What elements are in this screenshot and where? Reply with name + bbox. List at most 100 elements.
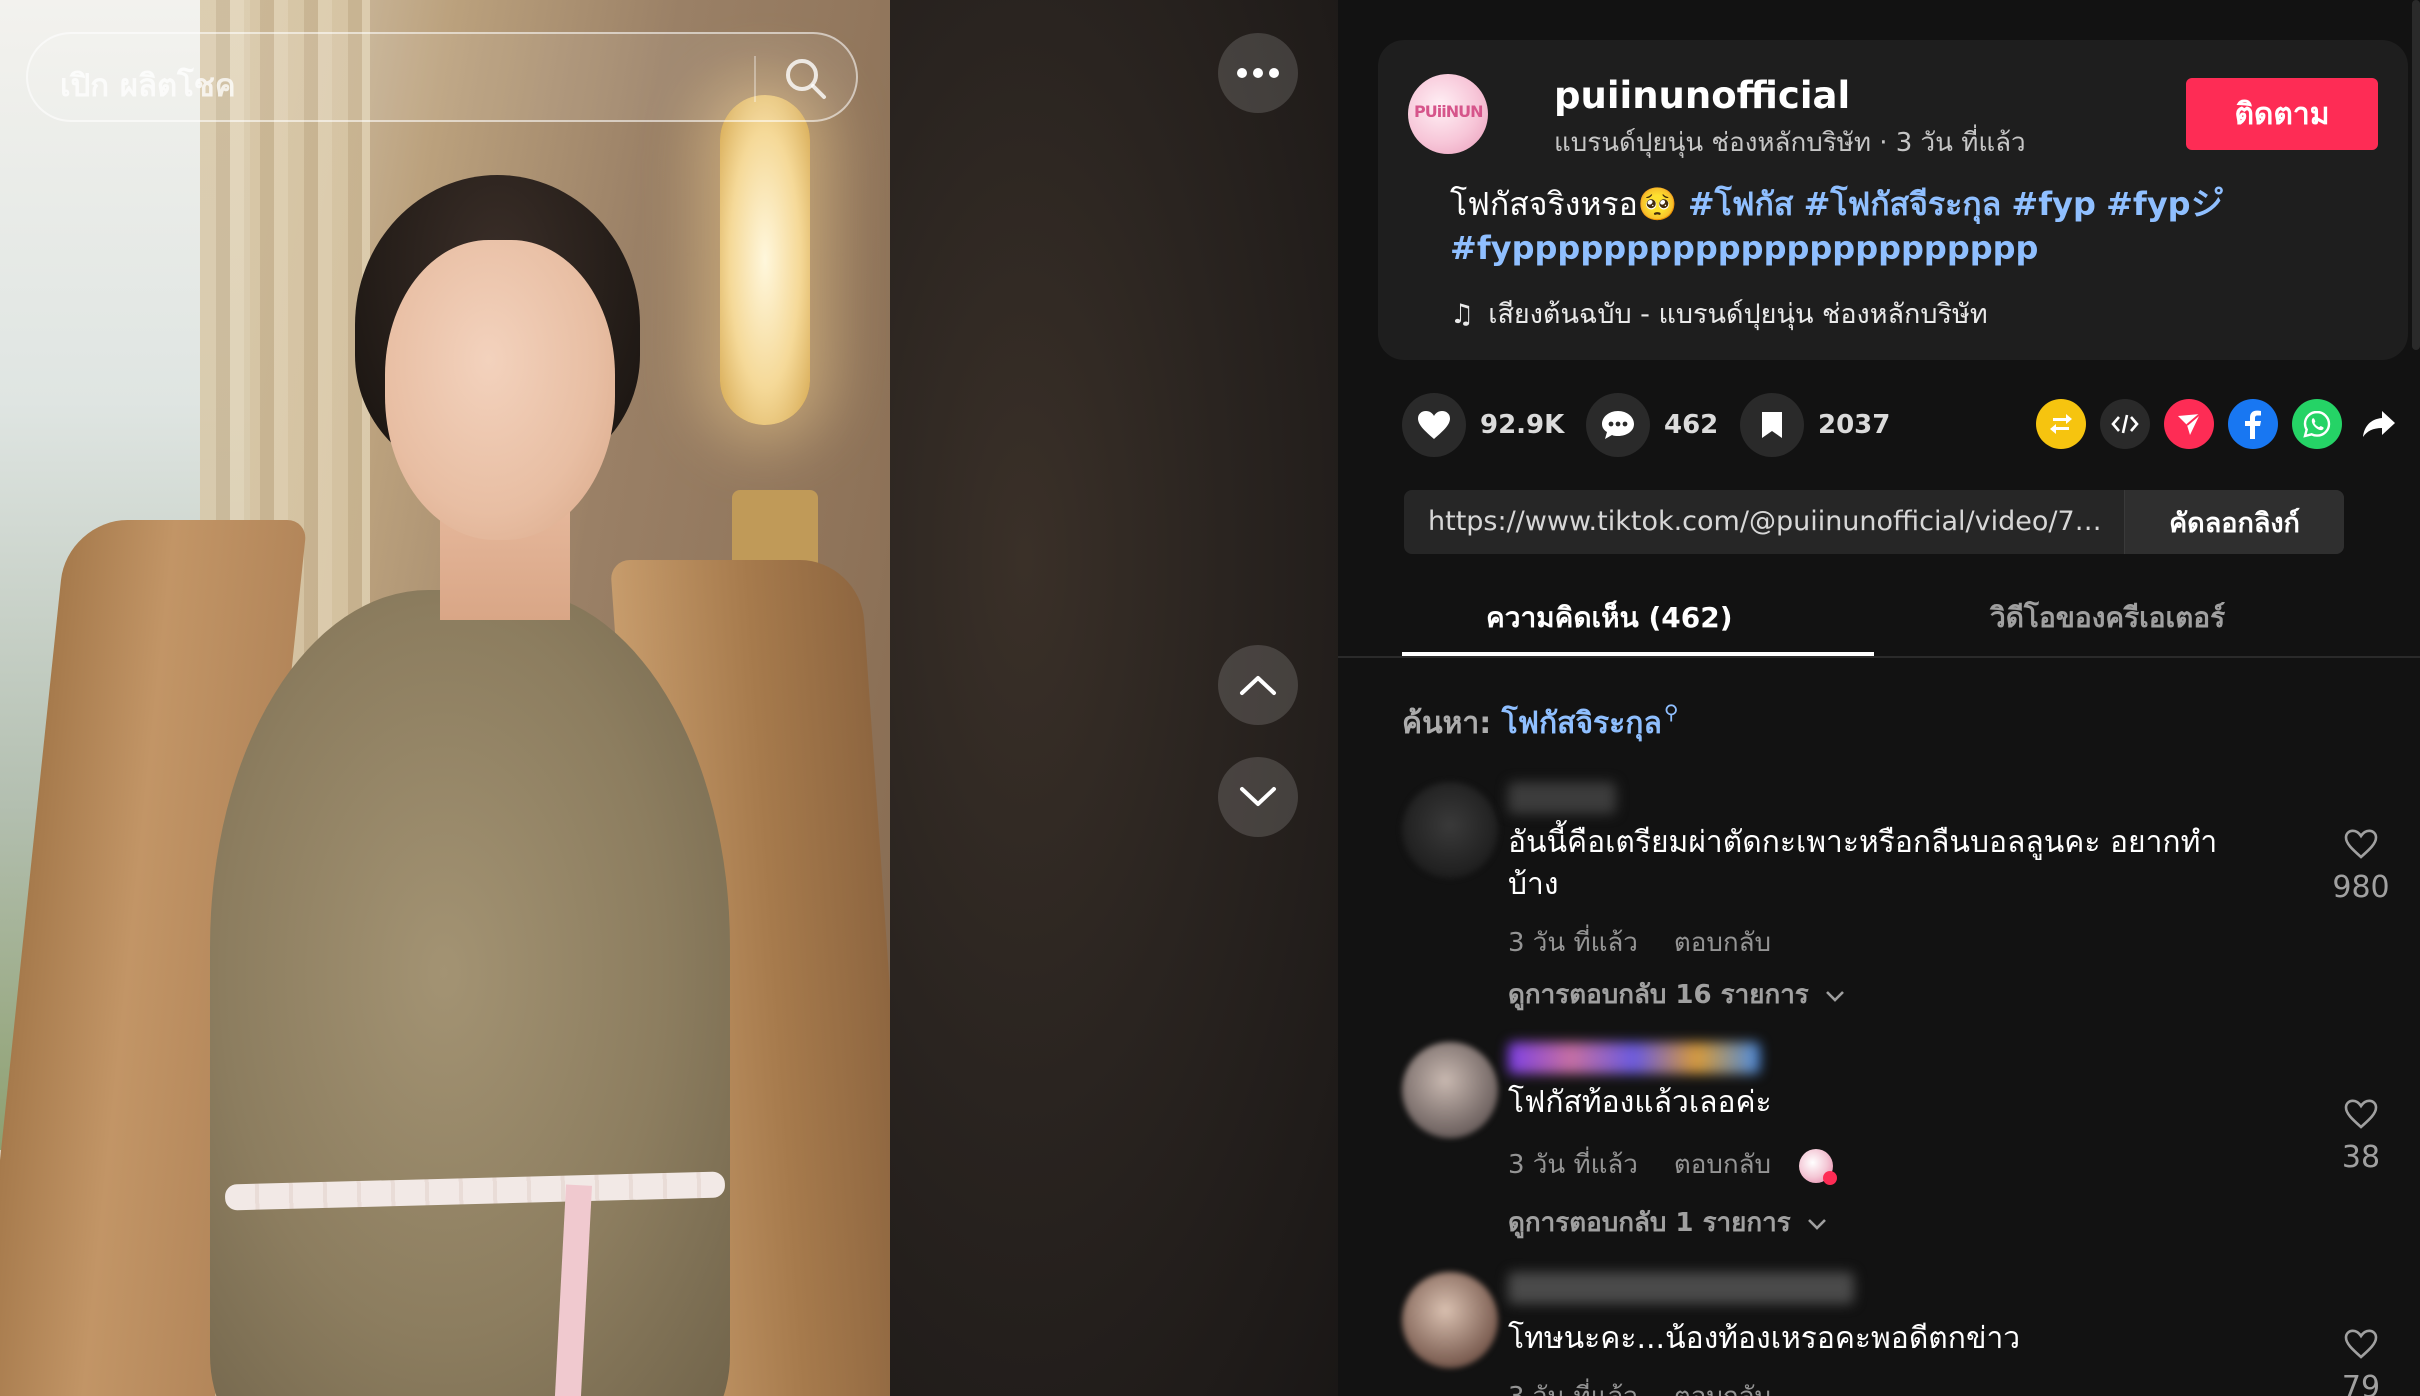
chevron-up-icon — [1240, 676, 1276, 695]
send-icon — [2178, 413, 2201, 435]
commenter-name-blurred[interactable] — [1508, 1042, 1760, 1074]
avatar[interactable]: PUiiNUN — [1408, 74, 1488, 154]
reply-button[interactable]: ตอบกลับ — [1674, 1382, 1771, 1396]
more-share-button[interactable] — [2354, 399, 2404, 449]
comment-like-count: 980 — [2332, 870, 2390, 905]
comment-time: 3 วัน ที่แล้ว — [1508, 1382, 1638, 1396]
whatsapp-share-button[interactable] — [2292, 399, 2342, 449]
comment-text: โทษนะคะ...น้องท้องเหรอคะพอดีตกข่าว — [1508, 1321, 2021, 1356]
hashtag-link[interactable]: #โฟกัสจีระกุล — [1804, 185, 2002, 223]
avatar-logo-text: PUiiNUN — [1414, 102, 1483, 121]
video-person-body — [210, 590, 730, 1396]
comment-like-button[interactable]: 38 — [2328, 1098, 2394, 1175]
scrollbar[interactable] — [2412, 0, 2420, 350]
comment-time: 3 วัน ที่แล้ว — [1508, 1150, 1638, 1180]
view-replies-button[interactable]: ดูการตอบกลับ 1 รายการ — [1508, 1202, 1828, 1243]
search-hint-term[interactable]: โฟกัสจิระกุล — [1502, 706, 1662, 741]
hashtag-link[interactable]: #fypシ゚ — [2106, 185, 2223, 223]
comment-meta: 3 วัน ที่แล้ว ตอบกลับ — [1508, 922, 1771, 963]
search-hint-prefix: ค้นหา: — [1402, 706, 1502, 741]
repost-icon — [2050, 414, 2072, 434]
comment-count: 462 — [1664, 410, 1719, 440]
whatsapp-icon — [2303, 410, 2331, 438]
more-icon — [1237, 68, 1279, 78]
heart-icon — [1418, 411, 1450, 439]
video-area[interactable]: เปิก ผลิตโชค — [0, 0, 1338, 1396]
next-video-button[interactable] — [1218, 757, 1298, 837]
chevron-down-icon — [1240, 787, 1276, 806]
copy-link-button[interactable]: คัดลอกลิงก์ — [2124, 490, 2344, 554]
view-replies-button[interactable]: ดูการตอบกลับ 16 รายการ — [1508, 974, 1846, 1015]
save-count: 2037 — [1818, 410, 1891, 440]
author-username[interactable]: puiinunofficial — [1554, 74, 1850, 117]
hashtag-link[interactable]: #โฟกัส — [1688, 185, 1794, 223]
comment-meta: 3 วัน ที่แล้ว ตอบกลับ — [1508, 1376, 1771, 1396]
sound-label: เสียงต้นฉบับ - แบรนด์ปุยนุ่น ช่องหลักบริ… — [1488, 299, 1988, 330]
comment-item: อันนี้คือเตรียมผ่าตัดกะเพาะหรือกลืนบอลลู… — [1402, 782, 2402, 1022]
heart-outline-icon — [2344, 829, 2378, 859]
video-person-face — [385, 240, 615, 540]
caption-text: โฟกัสจริงหรอ🥺 — [1450, 185, 1688, 223]
reply-button[interactable]: ตอบกลับ — [1674, 928, 1771, 958]
bookmark-icon — [1762, 412, 1782, 438]
video-link-field[interactable]: https://www.tiktok.com/@puiinunofficial/… — [1404, 490, 2344, 554]
comment-time: 3 วัน ที่แล้ว — [1508, 928, 1638, 958]
repost-button[interactable] — [2036, 399, 2086, 449]
view-replies-label: ดูการตอบกลับ 1 รายการ — [1508, 1208, 1791, 1238]
like-button[interactable] — [1402, 393, 1466, 457]
send-button[interactable] — [2164, 399, 2214, 449]
commenter-avatar[interactable] — [1402, 1042, 1498, 1138]
commenter-name-blurred[interactable] — [1508, 782, 1616, 814]
comment-text: อันนี้คือเตรียมผ่าตัดกะเพาะหรือกลืนบอลลู… — [1508, 825, 2218, 902]
video-lamp — [720, 95, 810, 425]
tab-comments[interactable]: ความคิดเห็น (462) — [1486, 596, 1733, 640]
comment-icon — [1602, 411, 1634, 439]
search-icon — [786, 59, 826, 99]
chevron-down-icon — [1825, 991, 1844, 1002]
active-tab-indicator — [1402, 652, 1874, 656]
comment-item: โฟกัสท้องแล้วเลอค่ะ 3 วัน ที่แล้ว ตอบกลับ… — [1402, 1042, 2402, 1242]
comment-text: โฟกัสท้องแล้วเลอค่ะ — [1508, 1085, 1772, 1120]
commenter-name-blurred[interactable] — [1508, 1272, 1854, 1304]
comment-like-count: 79 — [2341, 1370, 2381, 1396]
comment-like-count: 38 — [2341, 1140, 2381, 1175]
like-action[interactable]: 92.9K — [1402, 392, 1564, 458]
chevron-down-icon — [1807, 1219, 1826, 1230]
sound-link[interactable]: ♫ เสียงต้นฉบับ - แบรนด์ปุยนุ่น ช่องหลักบร… — [1450, 292, 1988, 335]
previous-video-button[interactable] — [1218, 645, 1298, 725]
facebook-share-button[interactable] — [2228, 399, 2278, 449]
creator-liked-badge — [1799, 1148, 1838, 1185]
comment-search-suggestion[interactable]: ค้นหา: โฟกัสจิระกุล ⚲ — [1402, 700, 1678, 747]
tab-creator-videos[interactable]: วิดีโอของครีเอเตอร์ — [1990, 596, 2225, 640]
comment-like-button[interactable]: 980 — [2328, 828, 2394, 905]
comment-meta: 3 วัน ที่แล้ว ตอบกลับ — [1508, 1144, 1838, 1185]
search-button[interactable] — [776, 49, 836, 109]
share-arrow-icon — [2363, 411, 2395, 437]
search-placeholder: เปิก ผลิตโชค — [60, 68, 236, 104]
comment-action[interactable]: 462 — [1586, 392, 1718, 458]
embed-button[interactable] — [2100, 399, 2150, 449]
search-icon: ⚲ — [1663, 700, 1679, 724]
comment-like-button[interactable]: 79 — [2328, 1328, 2394, 1396]
more-options-button[interactable] — [1218, 33, 1298, 113]
comment-item: โทษนะคะ...น้องท้องเหรอคะพอดีตกข่าว 3 วัน… — [1402, 1272, 2402, 1396]
author-subline: แบรนด์ปุยนุ่น ช่องหลักบริษัท · 3 วัน ที่… — [1554, 128, 2026, 158]
commenter-avatar[interactable] — [1402, 1272, 1498, 1368]
music-note-icon: ♫ — [1450, 299, 1475, 330]
commenter-avatar[interactable] — [1402, 782, 1498, 878]
reply-button[interactable]: ตอบกลับ — [1674, 1150, 1771, 1180]
save-button[interactable] — [1740, 393, 1804, 457]
follow-button[interactable]: ติดตาม — [2186, 78, 2378, 150]
facebook-icon — [2245, 410, 2261, 439]
hashtag-link[interactable]: #fyp — [2011, 185, 2096, 223]
embed-icon — [2111, 414, 2139, 434]
save-action[interactable]: 2037 — [1740, 392, 1890, 458]
hashtag-link[interactable]: #fyppppppppppppppppppppppp — [1450, 229, 2038, 267]
video-caption: โฟกัสจริงหรอ🥺 #โฟกัส #โฟกัสจีระกุล #fyp … — [1450, 182, 2390, 270]
like-count: 92.9K — [1480, 410, 1565, 440]
video-url[interactable]: https://www.tiktok.com/@puiinunofficial/… — [1428, 506, 2108, 537]
video-info-card: PUiiNUN puiinunofficial แบรนด์ปุยนุ่น ช่… — [1378, 40, 2408, 360]
video-player[interactable] — [0, 0, 890, 1396]
comment-button[interactable] — [1586, 393, 1650, 457]
search-input[interactable]: เปิก ผลิตโชค — [26, 32, 858, 122]
